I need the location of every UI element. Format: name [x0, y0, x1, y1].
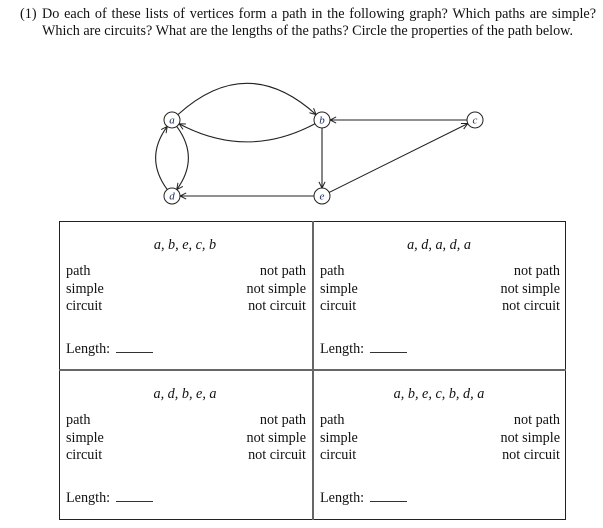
node-d: d [163, 187, 181, 205]
node-e: e [313, 187, 331, 205]
vertex-sequence: a, d, a, d, a [407, 237, 471, 253]
option-not-simple[interactable]: not simple [246, 281, 306, 299]
option-path[interactable]: path [66, 412, 104, 430]
node-c: c [466, 111, 484, 129]
length-label: Length: [66, 341, 111, 357]
length-blank[interactable] [370, 352, 408, 353]
vertex-sequence: a, d, b, e, a [153, 386, 217, 402]
answer-cell: a, b, e, c, b, d, a path simple circuit … [314, 371, 564, 519]
node-b: b [313, 111, 331, 129]
node-label: c [473, 115, 478, 127]
option-not-path[interactable]: not path [246, 412, 306, 430]
vertex-sequence: a, b, e, c, b [153, 237, 217, 253]
edge-b-to-a [179, 124, 316, 143]
option-path[interactable]: path [66, 263, 104, 281]
edge-e-to-c [328, 124, 468, 193]
option-simple[interactable]: simple [66, 430, 104, 448]
option-not-path[interactable]: not path [500, 263, 560, 281]
option-not-simple[interactable]: not simple [500, 281, 560, 299]
edge-d-to-a [155, 126, 168, 190]
option-circuit[interactable]: circuit [66, 298, 104, 316]
option-not-circuit[interactable]: not circuit [246, 298, 306, 316]
node-a: a [163, 111, 181, 129]
node-label: a [169, 115, 175, 127]
option-not-path[interactable]: not path [500, 412, 560, 430]
answer-cell: a, d, a, d, a path simple circuit not pa… [314, 222, 564, 370]
option-not-circuit[interactable]: not circuit [500, 298, 560, 316]
length-label: Length: [66, 490, 111, 506]
edge-a-to-d [177, 126, 189, 189]
option-not-simple[interactable]: not simple [246, 430, 306, 448]
length-blank[interactable] [370, 501, 408, 502]
answer-cell: a, b, e, c, b path simple circuit not pa… [60, 222, 310, 370]
edge-a-to-b [177, 82, 316, 114]
option-circuit[interactable]: circuit [66, 447, 104, 465]
option-not-circuit[interactable]: not circuit [500, 447, 560, 465]
node-label: d [169, 191, 175, 203]
option-simple[interactable]: simple [320, 430, 358, 448]
node-label: e [320, 191, 325, 203]
option-path[interactable]: path [320, 263, 358, 281]
node-label: b [319, 115, 325, 127]
option-path[interactable]: path [320, 412, 358, 430]
option-simple[interactable]: simple [320, 281, 358, 299]
length-label: Length: [320, 341, 365, 357]
option-circuit[interactable]: circuit [320, 447, 358, 465]
length-blank[interactable] [116, 352, 154, 353]
option-circuit[interactable]: circuit [320, 298, 358, 316]
answer-cell: a, d, b, e, a path simple circuit not pa… [60, 371, 310, 519]
option-simple[interactable]: simple [66, 281, 104, 299]
length-label: Length: [320, 490, 365, 506]
vertex-sequence: a, b, e, c, b, d, a [393, 386, 485, 402]
option-not-simple[interactable]: not simple [500, 430, 560, 448]
option-not-path[interactable]: not path [246, 263, 306, 281]
option-not-circuit[interactable]: not circuit [246, 447, 306, 465]
length-blank[interactable] [116, 501, 154, 502]
directed-graph: a b c d e [155, 82, 484, 205]
